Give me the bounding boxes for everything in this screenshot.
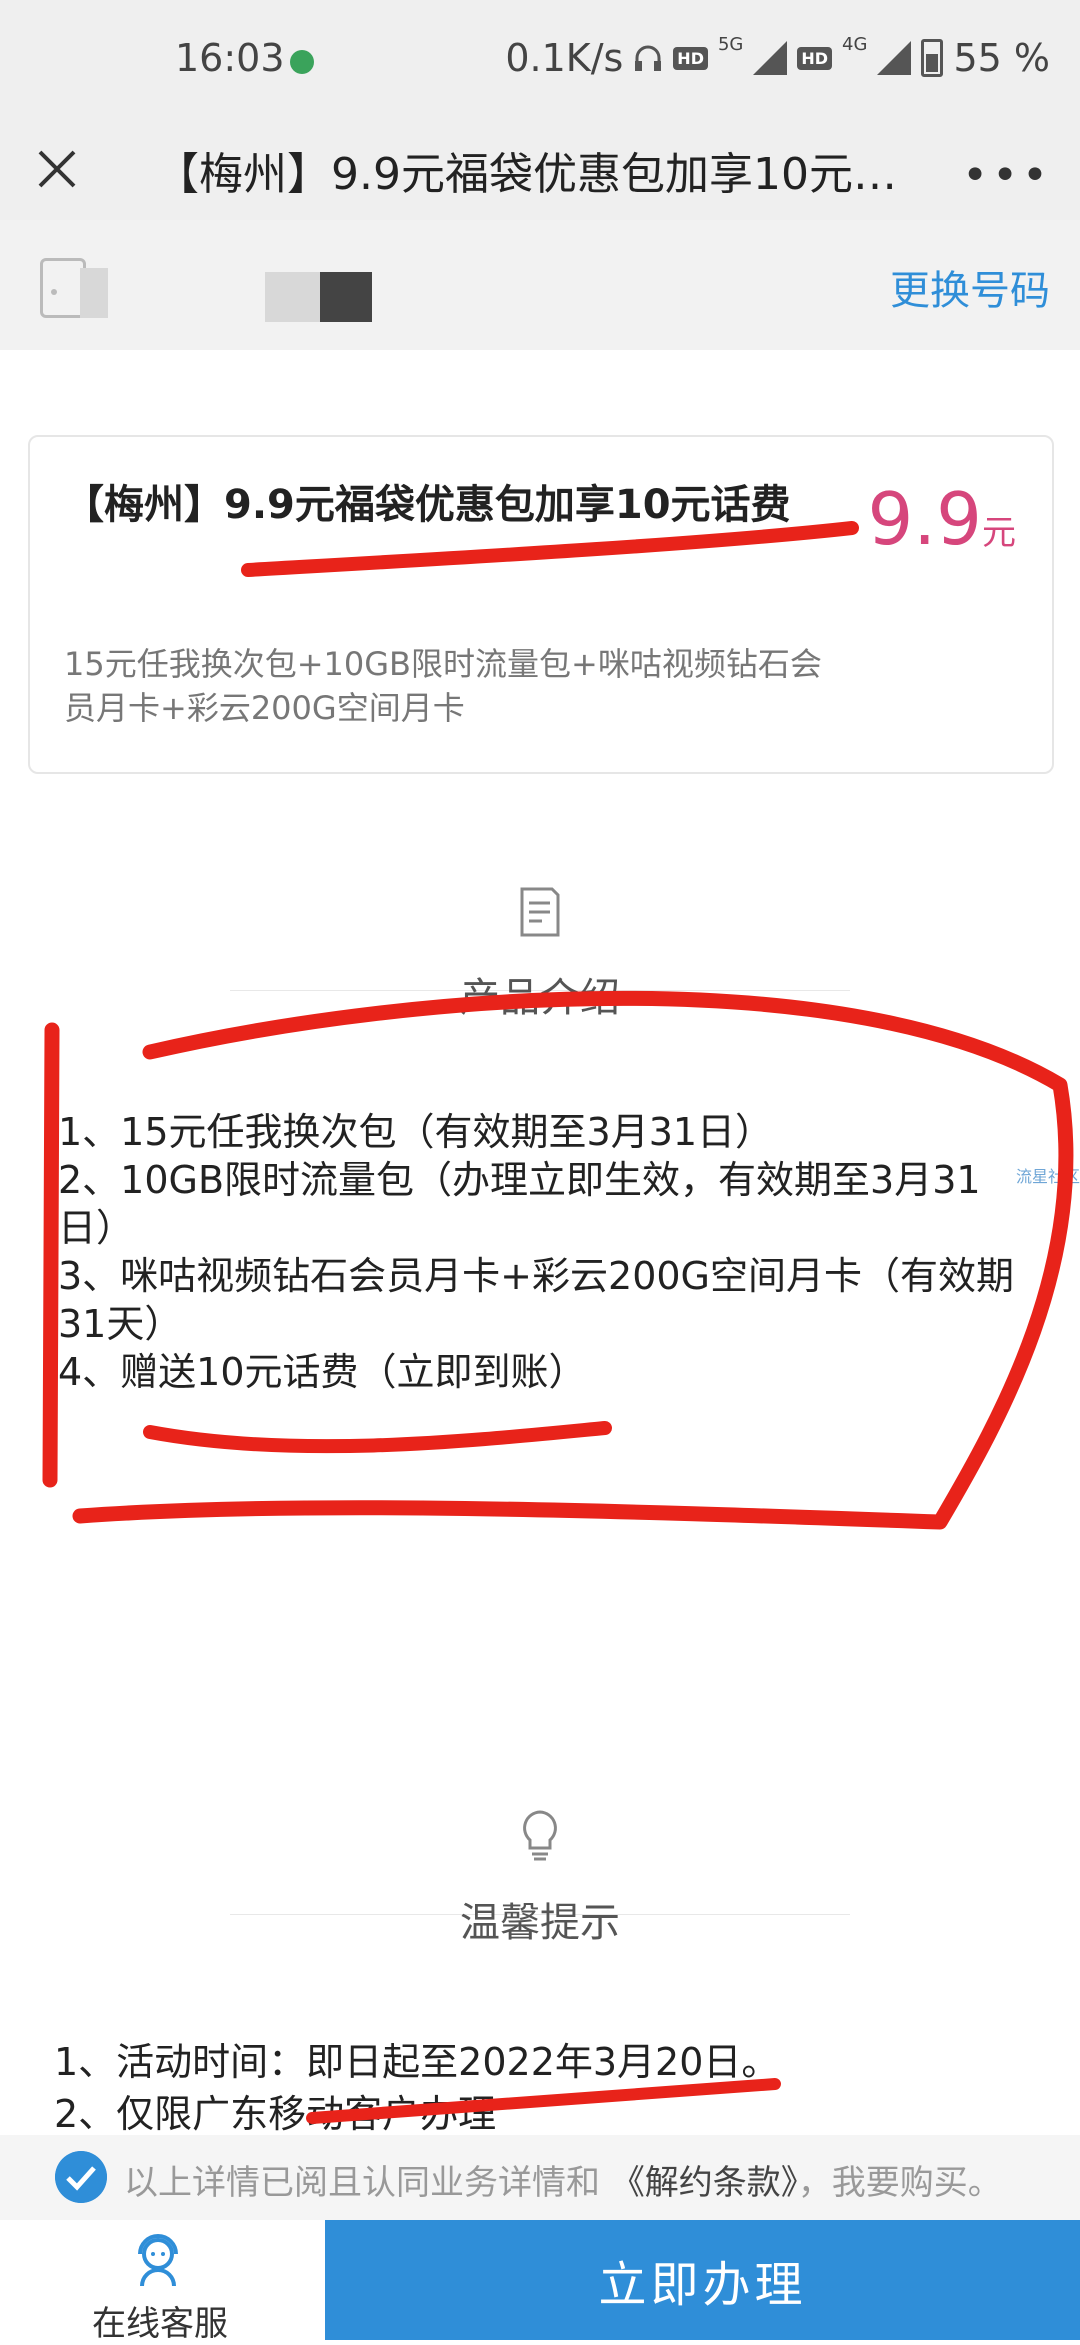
product-price: 9.9元 <box>867 477 1016 561</box>
page-title: 【梅州】9.9元福袋优惠包加享10元… <box>155 149 897 200</box>
net-speed: 0.1K/s <box>505 36 624 80</box>
section-header-intro: 产品介绍 <box>460 975 620 1021</box>
price-value: 9.9 <box>867 477 982 561</box>
hd-icon-2: HD <box>797 46 833 70</box>
number-bar: 更换号码 <box>0 220 1080 350</box>
agreement-bar: 以上详情已阅且认同业务详情和 《解约条款》，我要购买。 <box>0 2135 1080 2220</box>
signal-icon <box>753 41 788 75</box>
status-bar: 16:03 0.1K/s HD 5G HD 4G 55 % <box>0 0 1080 120</box>
list-item: 1、活动时间：即日起至2022年3月20日。 <box>54 2040 780 2084</box>
masked-number <box>265 272 320 322</box>
product-card: 【梅州】9.9元福袋优惠包加享10元话费 9.9元 15元任我换次包+10GB限… <box>28 435 1054 774</box>
battery-level: 55 % <box>953 36 1050 80</box>
price-unit: 元 <box>982 513 1016 553</box>
list-item: 2、仅限广东移动客户办理 <box>54 2092 497 2136</box>
watermark: 流星社区 <box>1016 1167 1080 1186</box>
product-name: 【梅州】9.9元福袋优惠包加享10元话费 <box>64 482 791 528</box>
bottom-bar: 在线客服 立即办理 <box>0 2220 1080 2344</box>
masked-number <box>320 272 372 322</box>
list-item: 2、10GB限时流量包（办理立即生效，有效期至3月31日） <box>58 1158 981 1250</box>
terms-link[interactable]: 《解约条款》 <box>611 2163 798 2203</box>
network-type-5g: 5G <box>717 33 744 55</box>
list-item: 3、咪咕视频钻石会员月卡+彩云200G空间月卡（有效期31天） <box>58 1254 1014 1346</box>
close-icon[interactable] <box>30 142 84 196</box>
agreement-suffix: ，我要购买。 <box>797 2163 1002 2203</box>
lightbulb-icon <box>523 1810 557 1861</box>
checkbox-checked-icon[interactable] <box>55 2151 107 2203</box>
network-type-4g: 4G <box>842 33 868 55</box>
online-service-label[interactable]: 在线客服 <box>92 2296 228 2345</box>
carrier-icon <box>290 50 314 74</box>
document-icon <box>520 887 560 937</box>
agreement-text: 以上详情已阅且认同业务详情和 《解约条款》，我要购买。 <box>124 2155 1002 2204</box>
section-header-tips: 温馨提示 <box>460 1900 620 1946</box>
headphones-icon <box>635 45 662 71</box>
clock: 16:03 <box>175 36 285 80</box>
list-item: 4、赠送10元话费（立即到账） <box>58 1350 587 1394</box>
list-item: 1、15元任我换次包（有效期至3月31日） <box>58 1110 774 1154</box>
status-icons: 0.1K/s HD 5G HD 4G 55 % <box>505 33 1050 81</box>
masked-number <box>80 268 108 318</box>
change-number-link[interactable]: 更换号码 <box>890 258 1050 316</box>
customer-service-icon[interactable] <box>128 2230 188 2290</box>
tips-list: 1、活动时间：即日起至2022年3月20日。 2、仅限广东移动客户办理 <box>54 2036 1034 2140</box>
intro-list: 1、15元任我换次包（有效期至3月31日） 2、10GB限时流量包（办理立即生效… <box>58 1108 1028 1396</box>
agreement-label: 以上详情已阅且认同业务详情和 <box>124 2163 600 2203</box>
product-description: 15元任我换次包+10GB限时流量包+咪咕视频钻石会员月卡+彩云200G空间月卡 <box>64 645 822 727</box>
apply-now-button[interactable]: 立即办理 <box>325 2220 1080 2340</box>
signal-icon-2 <box>877 41 912 75</box>
nav-bar: 【梅州】9.9元福袋优惠包加享10元… ••• <box>0 120 1080 220</box>
hd-icon: HD <box>673 46 708 70</box>
more-icon[interactable]: ••• <box>962 150 1052 201</box>
battery-icon <box>921 39 944 77</box>
